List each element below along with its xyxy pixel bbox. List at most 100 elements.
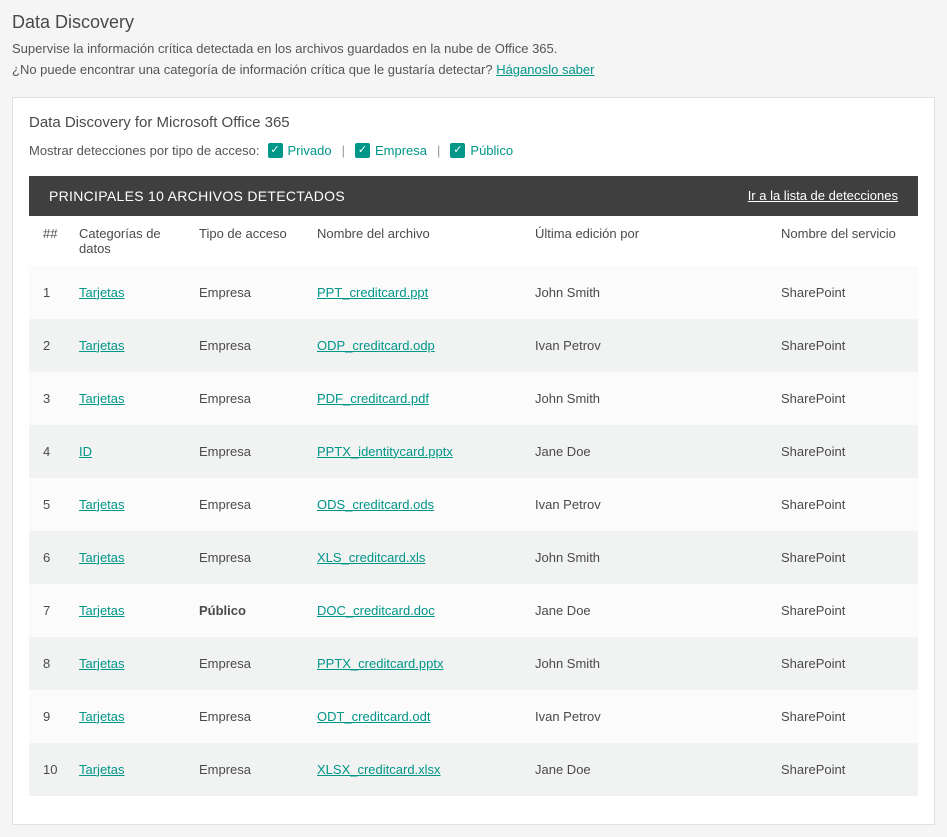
cell-category: ID	[71, 425, 191, 478]
cell-filename: XLSX_creditcard.xlsx	[309, 743, 527, 796]
cell-filename: ODP_creditcard.odp	[309, 319, 527, 372]
filter-public-label: Público	[470, 143, 513, 158]
access-filter-row: Mostrar detecciones por tipo de acceso: …	[29, 143, 918, 158]
panel-title: Data Discovery for Microsoft Office 365	[29, 114, 918, 131]
cell-num: 5	[29, 478, 71, 531]
category-link[interactable]: Tarjetas	[79, 550, 125, 565]
cell-service: SharePoint	[773, 584, 918, 637]
filename-link[interactable]: ODT_creditcard.odt	[317, 709, 430, 724]
cell-access: Empresa	[191, 637, 309, 690]
category-link[interactable]: Tarjetas	[79, 285, 125, 300]
cell-service: SharePoint	[773, 690, 918, 743]
cell-filename: PDF_creditcard.pdf	[309, 372, 527, 425]
category-link[interactable]: Tarjetas	[79, 762, 125, 777]
cell-edited-by: Jane Doe	[527, 743, 773, 796]
filter-public[interactable]: Público	[450, 143, 513, 158]
filter-private-label: Privado	[288, 143, 332, 158]
cell-num: 7	[29, 584, 71, 637]
cell-edited-by: John Smith	[527, 637, 773, 690]
cell-num: 8	[29, 637, 71, 690]
filename-link[interactable]: XLSX_creditcard.xlsx	[317, 762, 441, 777]
cell-edited-by: John Smith	[527, 372, 773, 425]
col-access: Tipo de acceso	[191, 216, 309, 266]
cell-category: Tarjetas	[71, 690, 191, 743]
cell-edited-by: Ivan Petrov	[527, 319, 773, 372]
filename-link[interactable]: ODS_creditcard.ods	[317, 497, 434, 512]
category-link[interactable]: Tarjetas	[79, 391, 125, 406]
col-edited-by: Última edición por	[527, 216, 773, 266]
detections-table: ## Categorías de datos Tipo de acceso No…	[29, 216, 918, 796]
cell-num: 10	[29, 743, 71, 796]
cell-edited-by: Jane Doe	[527, 425, 773, 478]
cell-access: Empresa	[191, 478, 309, 531]
filename-link[interactable]: PPT_creditcard.ppt	[317, 285, 428, 300]
category-link[interactable]: Tarjetas	[79, 338, 125, 353]
table-row: 7TarjetasPúblicoDOC_creditcard.docJane D…	[29, 584, 918, 637]
category-link[interactable]: ID	[79, 444, 92, 459]
cell-edited-by: John Smith	[527, 266, 773, 319]
table-row: 6TarjetasEmpresaXLS_creditcard.xlsJohn S…	[29, 531, 918, 584]
category-link[interactable]: Tarjetas	[79, 709, 125, 724]
cell-access: Empresa	[191, 743, 309, 796]
cell-num: 4	[29, 425, 71, 478]
category-link[interactable]: Tarjetas	[79, 603, 125, 618]
cell-category: Tarjetas	[71, 319, 191, 372]
cell-access: Público	[191, 584, 309, 637]
cell-edited-by: Ivan Petrov	[527, 690, 773, 743]
cell-num: 3	[29, 372, 71, 425]
cell-category: Tarjetas	[71, 531, 191, 584]
filename-link[interactable]: DOC_creditcard.doc	[317, 603, 435, 618]
checkbox-icon	[268, 143, 283, 158]
cell-category: Tarjetas	[71, 266, 191, 319]
feedback-question: ¿No puede encontrar una categoría de inf…	[12, 62, 496, 77]
cell-access: Empresa	[191, 531, 309, 584]
filter-company-label: Empresa	[375, 143, 427, 158]
checkbox-icon	[355, 143, 370, 158]
cell-access: Empresa	[191, 690, 309, 743]
filename-link[interactable]: ODP_creditcard.odp	[317, 338, 435, 353]
col-num: ##	[29, 216, 71, 266]
table-title: PRINCIPALES 10 ARCHIVOS DETECTADOS	[49, 188, 345, 204]
cell-service: SharePoint	[773, 425, 918, 478]
filter-company[interactable]: Empresa	[355, 143, 427, 158]
checkbox-icon	[450, 143, 465, 158]
col-categories: Categorías de datos	[71, 216, 191, 266]
feedback-link[interactable]: Háganoslo saber	[496, 62, 594, 77]
cell-num: 9	[29, 690, 71, 743]
cell-access: Empresa	[191, 266, 309, 319]
table-row: 1TarjetasEmpresaPPT_creditcard.pptJohn S…	[29, 266, 918, 319]
cell-category: Tarjetas	[71, 637, 191, 690]
cell-service: SharePoint	[773, 531, 918, 584]
cell-category: Tarjetas	[71, 478, 191, 531]
cell-service: SharePoint	[773, 372, 918, 425]
goto-detections-link[interactable]: Ir a la lista de detecciones	[748, 188, 898, 203]
filename-link[interactable]: PPTX_creditcard.pptx	[317, 656, 443, 671]
table-row: 2TarjetasEmpresaODP_creditcard.odpIvan P…	[29, 319, 918, 372]
col-service: Nombre del servicio	[773, 216, 918, 266]
cell-num: 6	[29, 531, 71, 584]
cell-service: SharePoint	[773, 637, 918, 690]
cell-category: Tarjetas	[71, 743, 191, 796]
table-row: 3 Tarjetas Empresa PDF_creditcard.pdf John S…	[29, 372, 918, 425]
cell-edited-by: Ivan Petrov	[527, 478, 773, 531]
cell-num: 2	[29, 319, 71, 372]
table-row: 4 ID Empresa PPTX_identitycard.pptx Jane Doe…	[29, 425, 918, 478]
cell-filename: XLS_creditcard.xls	[309, 531, 527, 584]
filename-link[interactable]: XLS_creditcard.xls	[317, 550, 425, 565]
cell-filename: ODS_creditcard.ods	[309, 478, 527, 531]
cell-category: Tarjetas	[71, 372, 191, 425]
cell-filename: PPT_creditcard.ppt	[309, 266, 527, 319]
filter-private[interactable]: Privado	[268, 143, 332, 158]
cell-category: Tarjetas	[71, 584, 191, 637]
table-row: 10 Tarjetas Empresa XLSX_creditcard.xlsx Jan…	[29, 743, 918, 796]
category-link[interactable]: Tarjetas	[79, 497, 125, 512]
category-link[interactable]: Tarjetas	[79, 656, 125, 671]
cell-access: Empresa	[191, 372, 309, 425]
filename-link[interactable]: PPTX_identitycard.pptx	[317, 444, 453, 459]
table-row: 9 Tarjetas Empresa ODT_creditcard.odt Ivan P…	[29, 690, 918, 743]
filename-link[interactable]: PDF_creditcard.pdf	[317, 391, 429, 406]
cell-filename: PPTX_creditcard.pptx	[309, 637, 527, 690]
table-row: 5 Tarjetas Empresa ODS_creditcard.ods Ivan P…	[29, 478, 918, 531]
cell-access: Empresa	[191, 425, 309, 478]
filter-label: Mostrar detecciones por tipo de acceso:	[29, 143, 260, 158]
